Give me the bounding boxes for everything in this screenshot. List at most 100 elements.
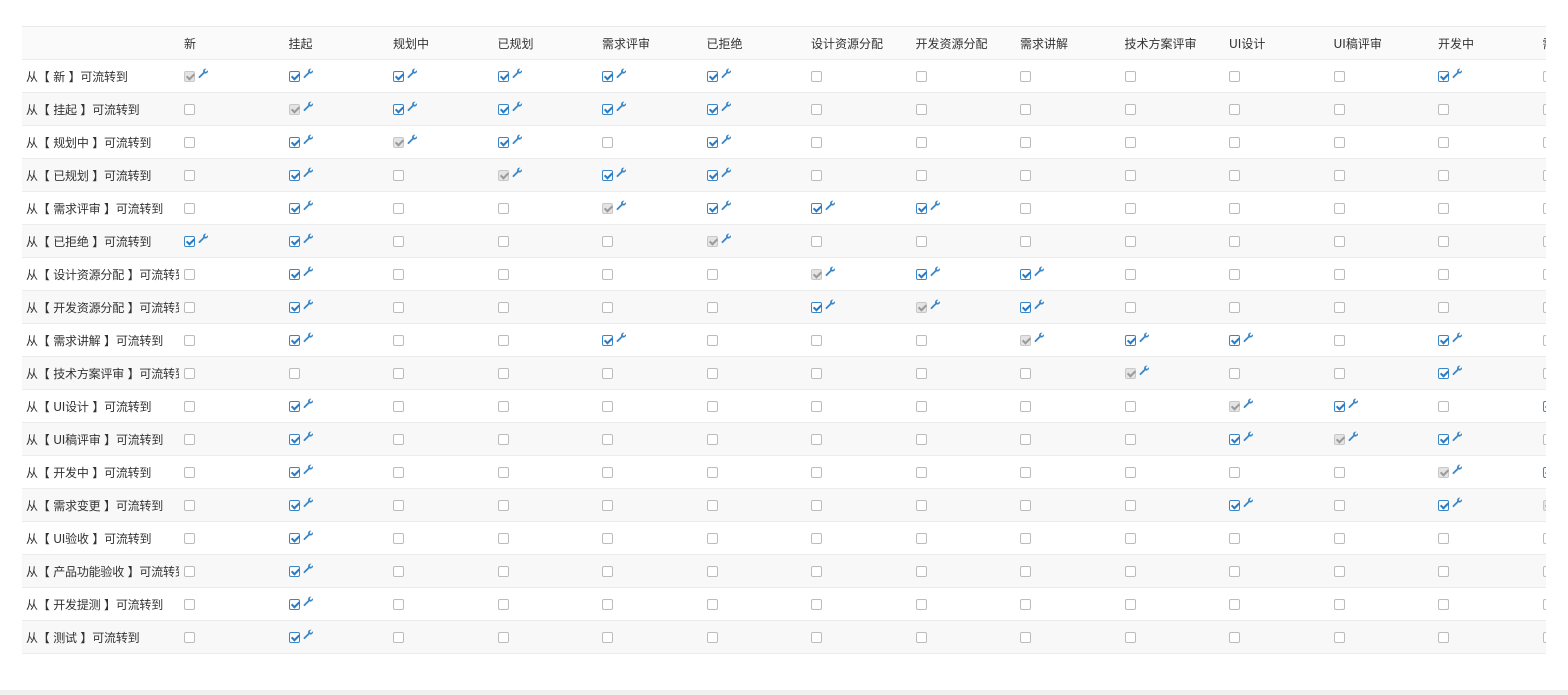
- wrench-icon[interactable]: [303, 629, 314, 640]
- wrench-icon[interactable]: [825, 266, 836, 277]
- transition-checkbox[interactable]: [497, 632, 509, 643]
- transition-checkbox[interactable]: [1124, 203, 1136, 214]
- transition-checkbox[interactable]: [288, 467, 300, 478]
- transition-checkbox[interactable]: [1229, 269, 1240, 280]
- transition-checkbox[interactable]: [393, 203, 404, 214]
- transition-checkbox[interactable]: [1333, 632, 1345, 643]
- wrench-icon[interactable]: [1348, 431, 1359, 442]
- transition-checkbox[interactable]: [1229, 137, 1240, 148]
- transition-checkbox[interactable]: [1020, 203, 1031, 214]
- transition-checkbox[interactable]: [1333, 104, 1345, 115]
- transition-checkbox[interactable]: [1438, 632, 1449, 643]
- transition-checkbox[interactable]: [706, 335, 718, 346]
- transition-checkbox[interactable]: [1020, 170, 1031, 181]
- transition-checkbox[interactable]: [1020, 71, 1031, 82]
- transition-checkbox[interactable]: [1124, 335, 1136, 346]
- transition-checkbox[interactable]: [1542, 566, 1546, 577]
- transition-checkbox[interactable]: [602, 137, 613, 148]
- transition-checkbox[interactable]: [811, 302, 822, 313]
- transition-checkbox[interactable]: [288, 632, 300, 643]
- transition-checkbox[interactable]: [288, 203, 300, 214]
- transition-checkbox[interactable]: [602, 401, 613, 412]
- wrench-icon[interactable]: [303, 101, 314, 112]
- transition-checkbox[interactable]: [1438, 203, 1449, 214]
- transition-checkbox[interactable]: [184, 236, 195, 247]
- transition-checkbox[interactable]: [1333, 236, 1345, 247]
- transition-checkbox[interactable]: [1333, 566, 1345, 577]
- transition-checkbox[interactable]: [393, 500, 404, 511]
- transition-checkbox[interactable]: [706, 434, 718, 445]
- transition-checkbox[interactable]: [1542, 203, 1546, 214]
- transition-checkbox[interactable]: [1438, 533, 1449, 544]
- wrench-icon[interactable]: [303, 266, 314, 277]
- transition-checkbox[interactable]: [1438, 170, 1449, 181]
- transition-checkbox[interactable]: [1229, 236, 1240, 247]
- transition-checkbox[interactable]: [1542, 104, 1546, 115]
- transition-checkbox[interactable]: [393, 71, 404, 82]
- wrench-icon[interactable]: [198, 68, 209, 79]
- wrench-icon[interactable]: [616, 167, 627, 178]
- transition-checkbox[interactable]: [1438, 368, 1449, 379]
- transition-checkbox[interactable]: [1542, 137, 1546, 148]
- transition-checkbox[interactable]: [1333, 170, 1345, 181]
- transition-checkbox[interactable]: [811, 566, 822, 577]
- transition-checkbox[interactable]: [811, 71, 822, 82]
- wrench-icon[interactable]: [303, 596, 314, 607]
- transition-checkbox[interactable]: [1438, 401, 1449, 412]
- transition-checkbox[interactable]: [1542, 599, 1546, 610]
- transition-checkbox[interactable]: [184, 500, 195, 511]
- transition-checkbox[interactable]: [1020, 434, 1031, 445]
- transition-checkbox[interactable]: [1333, 368, 1345, 379]
- transition-checkbox[interactable]: [1229, 533, 1240, 544]
- transition-checkbox[interactable]: [706, 599, 718, 610]
- transition-checkbox[interactable]: [602, 467, 613, 478]
- transition-checkbox[interactable]: [811, 104, 822, 115]
- transition-checkbox[interactable]: [393, 236, 404, 247]
- wrench-icon[interactable]: [930, 200, 941, 211]
- wrench-icon[interactable]: [1452, 332, 1463, 343]
- wrench-icon[interactable]: [1034, 266, 1045, 277]
- transition-checkbox[interactable]: [915, 269, 927, 280]
- wrench-icon[interactable]: [303, 431, 314, 442]
- transition-checkbox[interactable]: [184, 104, 195, 115]
- transition-checkbox[interactable]: [288, 170, 300, 181]
- transition-checkbox[interactable]: [288, 599, 300, 610]
- wrench-icon[interactable]: [512, 68, 523, 79]
- transition-checkbox[interactable]: [915, 236, 927, 247]
- transition-checkbox[interactable]: [393, 269, 404, 280]
- wrench-icon[interactable]: [1034, 332, 1045, 343]
- transition-checkbox[interactable]: [1124, 236, 1136, 247]
- transition-checkbox[interactable]: [1020, 302, 1031, 313]
- transition-checkbox[interactable]: [393, 170, 404, 181]
- wrench-icon[interactable]: [303, 299, 314, 310]
- transition-checkbox[interactable]: [915, 533, 927, 544]
- wrench-icon[interactable]: [1243, 398, 1254, 409]
- transition-checkbox[interactable]: [1124, 566, 1136, 577]
- transition-checkbox[interactable]: [288, 434, 300, 445]
- wrench-icon[interactable]: [1243, 332, 1254, 343]
- transition-checkbox[interactable]: [288, 401, 300, 412]
- transition-checkbox[interactable]: [288, 137, 300, 148]
- transition-checkbox[interactable]: [915, 500, 927, 511]
- transition-checkbox[interactable]: [1438, 71, 1449, 82]
- transition-checkbox[interactable]: [1542, 533, 1546, 544]
- transition-checkbox[interactable]: [1229, 632, 1240, 643]
- transition-checkbox[interactable]: [602, 632, 613, 643]
- transition-checkbox[interactable]: [915, 104, 927, 115]
- transition-checkbox[interactable]: [811, 368, 822, 379]
- wrench-icon[interactable]: [512, 167, 523, 178]
- transition-checkbox[interactable]: [1020, 533, 1031, 544]
- transition-checkbox[interactable]: [915, 368, 927, 379]
- transition-checkbox[interactable]: [1020, 368, 1031, 379]
- transition-checkbox[interactable]: [1438, 599, 1449, 610]
- transition-checkbox[interactable]: [1229, 203, 1240, 214]
- transition-checkbox[interactable]: [811, 632, 822, 643]
- transition-checkbox[interactable]: [1124, 467, 1136, 478]
- transition-checkbox[interactable]: [1124, 71, 1136, 82]
- transition-checkbox[interactable]: [1020, 137, 1031, 148]
- wrench-icon[interactable]: [721, 101, 732, 112]
- transition-checkbox[interactable]: [602, 71, 613, 82]
- wrench-icon[interactable]: [407, 68, 418, 79]
- transition-checkbox[interactable]: [1229, 302, 1240, 313]
- transition-checkbox[interactable]: [1333, 71, 1345, 82]
